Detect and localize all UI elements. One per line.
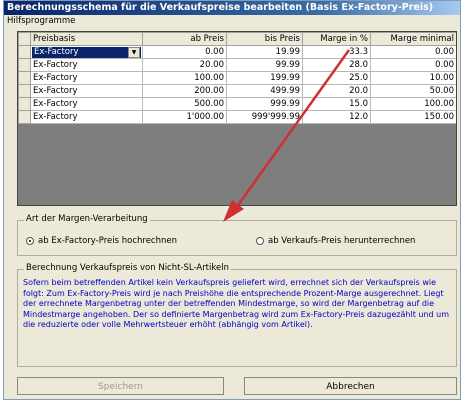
- preisbasis-cell[interactable]: Ex-Factory ▼: [30, 45, 143, 59]
- cancel-button[interactable]: Abbrechen: [244, 377, 457, 395]
- marge-minimal-cell[interactable]: 100.00: [370, 97, 456, 111]
- col-header-bis-preis[interactable]: bis Preis: [226, 32, 303, 46]
- table-row[interactable]: Ex-Factory 200.00 499.99 20.0 50.00: [18, 84, 456, 98]
- ab-preis-cell[interactable]: 0.00: [142, 45, 227, 59]
- chevron-down-icon[interactable]: ▼: [128, 46, 140, 58]
- marge-minimal-cell[interactable]: 50.00: [370, 84, 456, 98]
- row-header[interactable]: [18, 45, 31, 59]
- radio-unselected-icon[interactable]: [256, 237, 264, 245]
- radio-selected-icon[interactable]: [26, 237, 34, 245]
- ab-preis-cell[interactable]: 500.00: [142, 97, 227, 111]
- ab-preis-cell[interactable]: 20.00: [142, 58, 227, 72]
- row-header[interactable]: [18, 97, 31, 111]
- marge-prozent-cell[interactable]: 33.3: [302, 45, 371, 59]
- row-header[interactable]: [18, 84, 31, 98]
- margin-processing-group: Art der Margen-Verarbeitung ab Ex-Factor…: [17, 214, 457, 256]
- marge-minimal-cell[interactable]: 10.00: [370, 71, 456, 85]
- radio-herunterrechnen-label[interactable]: ab Verkaufs-Preis herunterrechnen: [268, 236, 415, 246]
- row-header-corner: [18, 32, 31, 46]
- radio-herunterrechnen[interactable]: ab Verkaufs-Preis herunterrechnen: [256, 236, 415, 246]
- info-text: Sofern beim betreffenden Artikel kein Ve…: [23, 278, 450, 329]
- preisbasis-cell[interactable]: Ex-Factory: [30, 58, 143, 72]
- radio-hochrechnen-label[interactable]: ab Ex-Factory-Preis hochrechnen: [38, 236, 177, 246]
- ab-preis-cell[interactable]: 100.00: [142, 71, 227, 85]
- info-legend: Berechnung Verkaufspreis von Nicht-SL-Ar…: [24, 263, 231, 273]
- col-header-preisbasis[interactable]: Preisbasis: [30, 32, 143, 46]
- col-header-marge-prozent[interactable]: Marge in %: [302, 32, 371, 46]
- table-header-row: Preisbasis ab Preis bis Preis Marge in %…: [18, 32, 456, 46]
- window-title: Berechnungsschema für die Verkaufspreise…: [4, 1, 460, 15]
- combo-value: Ex-Factory: [34, 47, 79, 57]
- margin-grid: Preisbasis ab Preis bis Preis Marge in %…: [17, 31, 457, 206]
- marge-minimal-cell[interactable]: 150.00: [370, 110, 456, 124]
- bis-preis-cell[interactable]: 199.99: [226, 71, 303, 85]
- col-header-ab-preis[interactable]: ab Preis: [142, 32, 227, 46]
- bis-preis-cell[interactable]: 499.99: [226, 84, 303, 98]
- table-row[interactable]: Ex-Factory 20.00 99.99 28.0 0.00: [18, 58, 456, 72]
- ab-preis-cell[interactable]: 200.00: [142, 84, 227, 98]
- margin-processing-legend: Art der Margen-Verarbeitung: [24, 214, 150, 224]
- marge-prozent-cell[interactable]: 12.0: [302, 110, 371, 124]
- table-row[interactable]: Ex-Factory 100.00 199.99 25.0 10.00: [18, 71, 456, 85]
- marge-prozent-cell[interactable]: 25.0: [302, 71, 371, 85]
- info-group: Berechnung Verkaufspreis von Nicht-SL-Ar…: [17, 263, 457, 367]
- table-row[interactable]: Ex-Factory ▼ 0.00 19.99 33.3 0.00: [18, 45, 456, 59]
- row-header[interactable]: [18, 110, 31, 124]
- radio-hochrechnen[interactable]: ab Ex-Factory-Preis hochrechnen: [26, 236, 177, 246]
- marge-minimal-cell[interactable]: 0.00: [370, 58, 456, 72]
- table-row[interactable]: Ex-Factory 1'000.00 999'999.99 12.0 150.…: [18, 110, 456, 124]
- save-button[interactable]: Speichern: [17, 377, 224, 395]
- marge-minimal-cell[interactable]: 0.00: [370, 45, 456, 59]
- menu-hilfsprogramme[interactable]: Hilfsprogramme: [4, 15, 460, 27]
- dialog-window: Berechnungsschema für die Verkaufspreise…: [3, 0, 461, 400]
- row-header[interactable]: [18, 58, 31, 72]
- table-row[interactable]: Ex-Factory 500.00 999.99 15.0 100.00: [18, 97, 456, 111]
- bis-preis-cell[interactable]: 999.99: [226, 97, 303, 111]
- preisbasis-cell[interactable]: Ex-Factory: [30, 110, 143, 124]
- preisbasis-combo[interactable]: Ex-Factory ▼: [32, 46, 141, 58]
- marge-prozent-cell[interactable]: 15.0: [302, 97, 371, 111]
- preisbasis-cell[interactable]: Ex-Factory: [30, 97, 143, 111]
- bis-preis-cell[interactable]: 99.99: [226, 58, 303, 72]
- col-header-marge-minimal[interactable]: Marge minimal: [370, 32, 456, 46]
- preisbasis-cell[interactable]: Ex-Factory: [30, 71, 143, 85]
- ab-preis-cell[interactable]: 1'000.00: [142, 110, 227, 124]
- margin-table: Preisbasis ab Preis bis Preis Marge in %…: [18, 32, 456, 124]
- bis-preis-cell[interactable]: 999'999.99: [226, 110, 303, 124]
- bis-preis-cell[interactable]: 19.99: [226, 45, 303, 59]
- marge-prozent-cell[interactable]: 28.0: [302, 58, 371, 72]
- marge-prozent-cell[interactable]: 20.0: [302, 84, 371, 98]
- preisbasis-cell[interactable]: Ex-Factory: [30, 84, 143, 98]
- row-header[interactable]: [18, 71, 31, 85]
